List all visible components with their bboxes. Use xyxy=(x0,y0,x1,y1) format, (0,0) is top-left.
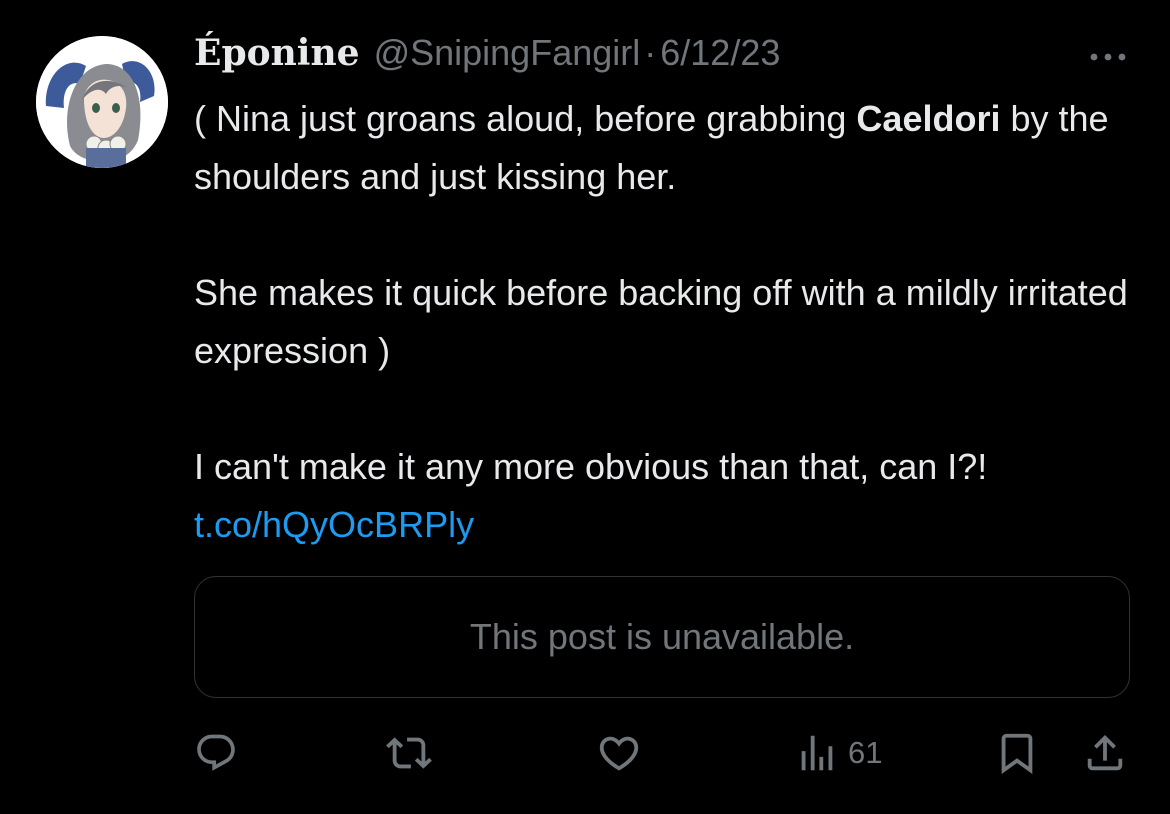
bookmark-icon xyxy=(1001,733,1033,774)
repost-icon xyxy=(386,737,432,769)
post-link[interactable]: t.co/hQyOcBRPly xyxy=(194,504,474,545)
post-paragraph-3: I can't make it any more obvious than th… xyxy=(194,438,1144,554)
views-button[interactable]: 61 xyxy=(794,728,882,778)
avatar[interactable] xyxy=(36,36,168,168)
mention-caeldori: Caeldori xyxy=(856,98,1001,139)
post-date[interactable]: 6/12/23 xyxy=(660,32,780,74)
bookmark-button[interactable] xyxy=(994,728,1040,778)
share-icon xyxy=(1087,734,1123,771)
user-handle[interactable]: @SnipingFangirl xyxy=(374,32,641,74)
quoted-post-unavailable-text: This post is unavailable. xyxy=(469,616,855,657)
post-paragraph-2: She makes it quick before backing off wi… xyxy=(194,272,1128,371)
like-icon xyxy=(599,736,639,771)
like-button[interactable] xyxy=(596,728,642,778)
post-paragraph-1: ( Nina just groans aloud, before grabbin… xyxy=(194,90,1144,206)
post-header: Éponine @SnipingFangirl · 6/12/23 xyxy=(194,32,780,84)
post-body: ( Nina just groans aloud, before grabbin… xyxy=(194,90,1144,554)
action-bar: 61 xyxy=(0,728,1170,778)
views-icon xyxy=(801,735,833,771)
display-name[interactable]: Éponine xyxy=(194,32,360,74)
quoted-post-card[interactable]: This post is unavailable. xyxy=(194,576,1130,698)
header-separator: · xyxy=(644,32,657,73)
paragraph-text: I can't make it any more obvious than th… xyxy=(194,446,988,487)
repost-button[interactable] xyxy=(386,728,432,778)
more-horizontal-icon xyxy=(1090,53,1126,61)
paragraph-text: ( Nina just groans aloud, before grabbin… xyxy=(194,98,857,139)
more-options-button[interactable] xyxy=(1086,40,1130,74)
reply-icon xyxy=(197,734,235,771)
avatar-image xyxy=(36,36,168,168)
share-button[interactable] xyxy=(1082,728,1128,778)
reply-button[interactable] xyxy=(194,728,238,778)
views-count: 61 xyxy=(848,735,883,770)
